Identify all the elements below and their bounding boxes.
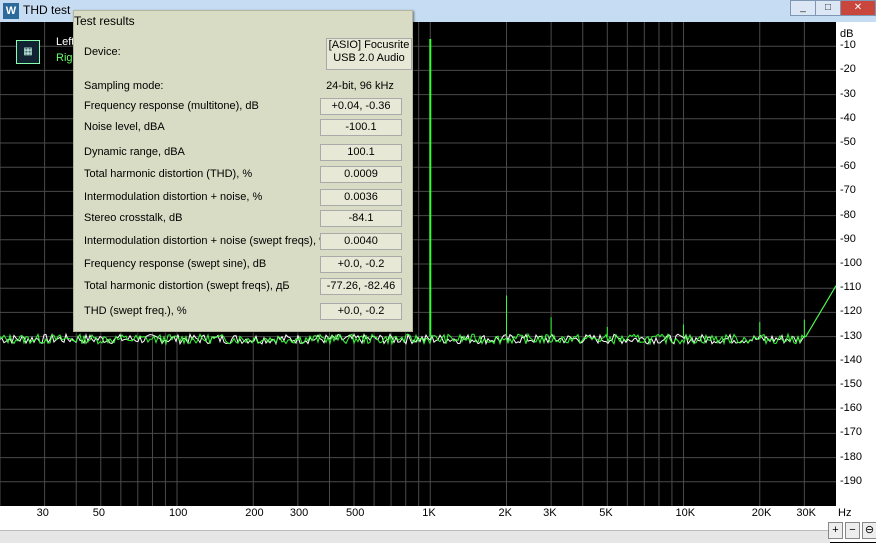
db-tick-label: -150 — [840, 378, 863, 390]
test-results-panel: Test results Device: [ASIO] Focusrite US… — [73, 10, 413, 332]
frequency-tick-label: 200 — [245, 507, 264, 519]
result-value: -77.26, -82.46 — [320, 278, 402, 295]
db-tick-label: -50 — [840, 136, 856, 148]
frequency-tick-label: 30 — [36, 507, 49, 519]
db-tick-label: -110 — [840, 281, 862, 294]
panel-title: Test results — [74, 14, 135, 28]
horizontal-scrollbar[interactable] — [0, 530, 830, 543]
db-tick-label: -100 — [840, 257, 863, 269]
result-row: THD (swept freq.), % +0.0, -0.2 — [84, 303, 404, 321]
db-tick-label: -80 — [840, 208, 856, 221]
result-value: 100.1 — [320, 144, 402, 161]
db-tick-label: -190 — [840, 474, 863, 487]
maximize-button[interactable]: □ — [815, 0, 841, 16]
frequency-tick-label: 1K — [422, 507, 436, 519]
db-tick-label: -30 — [840, 87, 856, 100]
result-row-sampling: Sampling mode: 24-bit, 96 kHz — [84, 78, 404, 96]
db-tick-label: -10 — [840, 39, 856, 52]
frequency-tick-label: 10K — [675, 507, 696, 519]
frequency-tick-label: 50 — [92, 507, 106, 519]
frequency-tick-label: 500 — [346, 507, 365, 519]
result-row: Intermodulation distortion + noise (swep… — [84, 233, 404, 251]
frequency-tick-label: 2K — [498, 507, 512, 519]
result-value: 0.0040 — [320, 233, 402, 250]
result-label: Intermodulation distortion + noise (swep… — [84, 235, 329, 247]
db-tick-label: -160 — [840, 402, 863, 415]
result-value: -100.1 — [320, 119, 402, 136]
result-value: 0.0036 — [320, 189, 402, 206]
result-row: Total harmonic distortion (swept freqs),… — [84, 278, 404, 296]
db-tick-label: -130 — [840, 329, 863, 342]
result-value: -84.1 — [320, 210, 402, 227]
result-label: Dynamic range, dBA — [84, 146, 185, 158]
result-value: +0.0, -0.2 — [320, 256, 402, 273]
zoom-in-icon[interactable]: + — [828, 522, 843, 539]
device-value-line1: [ASIO] Focusrite — [328, 39, 410, 51]
db-tick-label: -20 — [840, 63, 856, 76]
db-tick-label: -40 — [840, 111, 856, 124]
zoom-fit-icon[interactable]: ⊖ — [862, 522, 876, 539]
db-tick-label: -170 — [840, 426, 863, 439]
result-label: Stereo crosstalk, dB — [84, 212, 183, 224]
grid-icon[interactable]: ▦ — [16, 40, 40, 64]
frequency-tick-label: 3K — [543, 507, 557, 519]
db-tick-label: -120 — [840, 305, 863, 318]
db-tick-label: -140 — [840, 353, 863, 366]
result-label: Total harmonic distortion (THD), % — [84, 168, 253, 180]
result-row: Intermodulation distortion + noise, % 0.… — [84, 189, 404, 207]
device-value-line2: USB 2.0 Audio — [333, 52, 405, 64]
result-label: Intermodulation distortion + noise, % — [84, 191, 263, 203]
legend-left: Left — [56, 36, 75, 48]
result-label: Noise level, dBA — [84, 121, 165, 133]
db-tick-label: -70 — [840, 184, 856, 197]
frequency-tick-label: 20K — [751, 507, 772, 519]
result-label: Frequency response (swept sine), dB — [84, 258, 267, 270]
result-row: Frequency response (swept sine), dB +0.0… — [84, 256, 404, 274]
result-label: Total harmonic distortion (swept freqs),… — [84, 280, 290, 292]
close-button[interactable]: ✕ — [840, 0, 876, 16]
result-row: Dynamic range, dBA 100.1 — [84, 144, 404, 162]
result-value: 24-bit, 96 kHz — [326, 80, 394, 92]
frequency-tick-label: 300 — [289, 507, 309, 519]
result-value: +0.0, -0.2 — [320, 303, 402, 320]
result-label: Device: — [84, 46, 121, 58]
result-value: +0.04, -0.36 — [320, 98, 402, 115]
minimize-button[interactable]: _ — [790, 0, 816, 16]
result-row: Frequency response (multitone), dB +0.04… — [84, 98, 404, 116]
result-row: Stereo crosstalk, dB -84.1 — [84, 210, 404, 228]
frequency-axis — [0, 506, 876, 543]
db-tick-label: -180 — [840, 450, 863, 463]
result-label: Sampling mode: — [84, 80, 164, 92]
result-row: Noise level, dBA -100.1 — [84, 119, 404, 137]
result-row: Total harmonic distortion (THD), % 0.000… — [84, 166, 404, 184]
window-title: THD test — [23, 3, 71, 17]
frequency-tick-label: 100 — [169, 507, 188, 519]
result-row-device: Device: [ASIO] Focusrite USB 2.0 Audio — [84, 38, 412, 70]
frequency-axis-unit: Hz — [838, 507, 852, 519]
result-label: Frequency response (multitone), dB — [84, 100, 259, 112]
frequency-tick-label: 30K — [796, 507, 816, 519]
frequency-tick-label: 5K — [599, 507, 613, 519]
db-axis-unit: dB — [840, 28, 854, 40]
waveform-icon: W — [3, 3, 19, 19]
db-tick-label: -90 — [840, 232, 856, 245]
device-value: [ASIO] Focusrite USB 2.0 Audio — [326, 38, 412, 70]
zoom-out-icon[interactable]: − — [845, 522, 860, 539]
result-label: THD (swept freq.), % — [84, 305, 187, 317]
db-tick-label: -60 — [840, 160, 856, 173]
result-value: 0.0009 — [320, 166, 402, 183]
